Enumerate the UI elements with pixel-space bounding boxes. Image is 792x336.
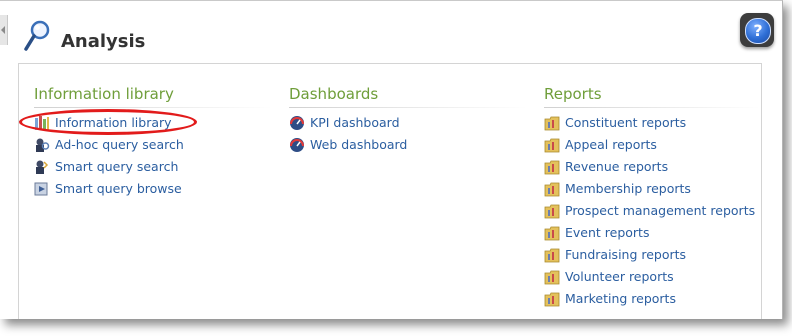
library-icon xyxy=(35,116,49,130)
section-heading: Dashboards xyxy=(289,85,379,103)
item-label[interactable]: Event reports xyxy=(565,222,649,244)
analysis-window: Analysis ? Information library Informati… xyxy=(0,0,783,319)
section-heading: Information library xyxy=(34,85,174,103)
list-item-membership-reports[interactable]: Membership reports xyxy=(544,178,760,200)
report-folder-icon xyxy=(544,248,560,263)
section-divider xyxy=(289,107,527,108)
section-information-library: Information library Information library xyxy=(34,84,272,200)
list-item-marketing-reports[interactable]: Marketing reports xyxy=(544,288,760,310)
analysis-panel: Information library Information library xyxy=(18,63,762,319)
section-heading: Reports xyxy=(544,85,602,103)
item-label[interactable]: Web dashboard xyxy=(310,134,407,156)
report-folder-icon xyxy=(544,292,560,307)
chevron-left-icon xyxy=(1,26,5,34)
list-item-kpi-dashboard[interactable]: KPI dashboard xyxy=(289,112,527,134)
item-label[interactable]: Volunteer reports xyxy=(565,266,674,288)
item-label[interactable]: Smart query browse xyxy=(55,178,182,200)
magnifier-icon xyxy=(24,20,50,51)
item-label[interactable]: Marketing reports xyxy=(565,288,676,310)
report-folder-icon xyxy=(544,204,560,219)
collapse-pane-handle[interactable] xyxy=(0,15,8,45)
item-label[interactable]: Information library xyxy=(55,112,172,134)
list-item-fundraising-reports[interactable]: Fundraising reports xyxy=(544,244,760,266)
page-title: Analysis xyxy=(61,31,146,52)
list-item-volunteer-reports[interactable]: Volunteer reports xyxy=(544,266,760,288)
list-item-smart-query-browse[interactable]: Smart query browse xyxy=(34,178,272,200)
list-item-ad-hoc-query-search[interactable]: Ad-hoc query search xyxy=(34,134,272,156)
report-folder-icon xyxy=(544,116,560,131)
item-label[interactable]: Constituent reports xyxy=(565,112,686,134)
dashboard-icon xyxy=(290,116,304,130)
reports-list: Constituent reports Appeal reports Reven… xyxy=(544,112,760,310)
item-label[interactable]: KPI dashboard xyxy=(310,112,400,134)
item-label[interactable]: Fundraising reports xyxy=(565,244,686,266)
list-item-event-reports[interactable]: Event reports xyxy=(544,222,760,244)
list-item-information-library[interactable]: Information library xyxy=(34,112,272,134)
section-divider xyxy=(544,107,760,108)
report-folder-icon xyxy=(544,138,560,153)
section-reports: Reports Constituent reports Appeal repor… xyxy=(544,84,760,310)
item-label[interactable]: Revenue reports xyxy=(565,156,668,178)
section-divider xyxy=(34,107,272,108)
list-item-smart-query-search[interactable]: Smart query search xyxy=(34,156,272,178)
report-folder-icon xyxy=(544,182,560,197)
report-folder-icon xyxy=(544,226,560,241)
item-label[interactable]: Appeal reports xyxy=(565,134,657,156)
section-dashboards: Dashboards KPI dashboard Web dashboard xyxy=(289,84,527,156)
help-button[interactable]: ? xyxy=(740,13,774,47)
item-label[interactable]: Membership reports xyxy=(565,178,691,200)
list-item-revenue-reports[interactable]: Revenue reports xyxy=(544,156,760,178)
query-icon xyxy=(36,138,50,152)
report-folder-icon xyxy=(544,270,560,285)
report-folder-icon xyxy=(544,160,560,175)
item-label[interactable]: Ad-hoc query search xyxy=(55,134,184,156)
smart-query-icon xyxy=(36,160,49,174)
list-item-constituent-reports[interactable]: Constituent reports xyxy=(544,112,760,134)
browse-icon xyxy=(34,182,48,196)
dashboard-icon xyxy=(290,138,304,152)
help-icon: ? xyxy=(745,18,771,44)
item-label[interactable]: Prospect management reports xyxy=(565,200,755,222)
item-label[interactable]: Smart query search xyxy=(55,156,178,178)
list-item-web-dashboard[interactable]: Web dashboard xyxy=(289,134,527,156)
list-item-appeal-reports[interactable]: Appeal reports xyxy=(544,134,760,156)
list-item-prospect-management-reports[interactable]: Prospect management reports xyxy=(544,200,760,222)
